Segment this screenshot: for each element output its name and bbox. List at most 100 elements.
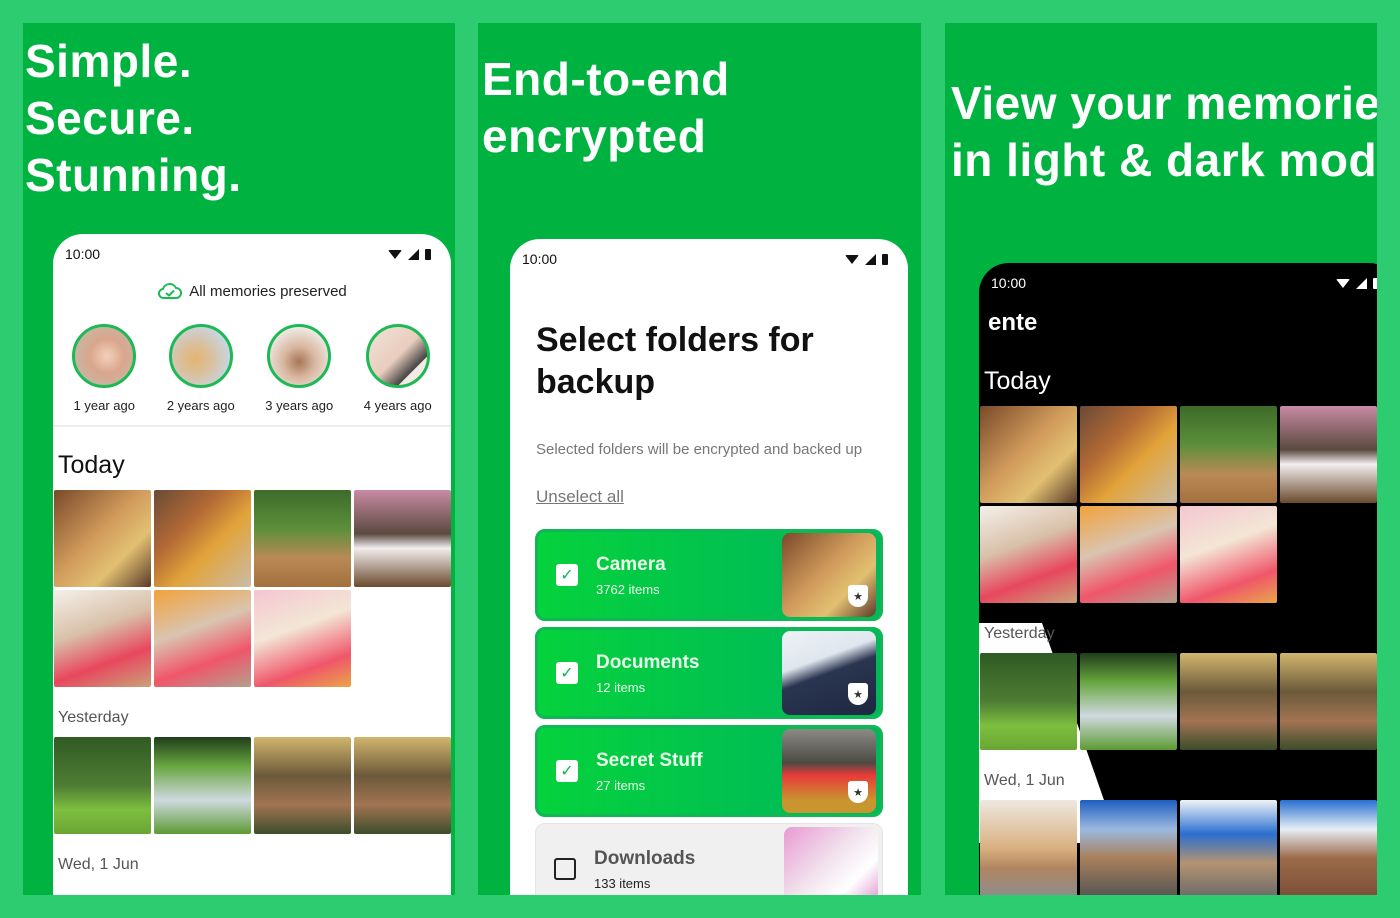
wifi-icon — [388, 249, 402, 259]
photo-thumbnail[interactable] — [254, 590, 351, 687]
folder-list: ✓ Camera 3762 items ★ ✓ Documents 12 ite… — [510, 507, 908, 895]
photo-thumbnail[interactable] — [1080, 800, 1177, 895]
photo-thumbnail[interactable] — [54, 737, 151, 834]
section-header-date: Wed, 1 Jun — [984, 772, 1065, 789]
backup-status-banner[interactable]: All memories preserved — [53, 282, 451, 300]
headline-line: encrypted — [482, 110, 707, 162]
phone-mockup-dark: 10:00 ente Today Yesterday Wed, 1 Jun — [979, 263, 1377, 895]
checkbox-checked[interactable]: ✓ — [556, 564, 578, 586]
status-time: 10:00 — [65, 246, 101, 262]
memory-item[interactable]: 1 year ago — [72, 324, 137, 413]
memory-label: 2 years ago — [166, 398, 235, 413]
folder-item-secret-stuff[interactable]: ✓ Secret Stuff 27 items ★ — [535, 725, 883, 817]
battery-icon — [425, 248, 431, 260]
photo-thumbnail[interactable] — [154, 490, 251, 587]
photo-thumbnail[interactable] — [54, 490, 151, 587]
headline-line: View your memories — [951, 77, 1377, 129]
signal-icon — [1356, 277, 1367, 289]
folder-item-downloads[interactable]: Downloads 133 items — [535, 823, 883, 895]
signal-icon — [865, 253, 876, 265]
shield-star-icon: ★ — [848, 585, 868, 607]
checkbox-unchecked[interactable] — [554, 858, 576, 880]
status-time: 10:00 — [522, 251, 558, 267]
checkbox-checked[interactable]: ✓ — [556, 760, 578, 782]
photo-thumbnail[interactable] — [154, 737, 251, 834]
wifi-icon — [845, 254, 859, 264]
page-title: Select folders for backup — [536, 321, 814, 401]
headline: View your memories in light & dark mode — [951, 75, 1377, 189]
photo-grid-today — [979, 406, 1377, 603]
shield-star-icon: ★ — [848, 781, 868, 803]
photo-thumbnail[interactable] — [980, 506, 1077, 603]
photo-thumbnail[interactable] — [980, 406, 1077, 503]
memory-item[interactable]: 4 years ago — [364, 324, 432, 413]
headline: Simple. Secure. Stunning. — [25, 33, 242, 204]
photo-thumbnail[interactable] — [254, 737, 351, 834]
headline-line: in light & dark mode — [951, 134, 1377, 186]
photo-thumbnail[interactable] — [1280, 653, 1377, 750]
photo-thumbnail[interactable] — [1180, 406, 1277, 503]
unselect-all-link[interactable]: Unselect all — [510, 459, 908, 507]
memory-thumbnail[interactable] — [365, 324, 430, 388]
photo-grid-yesterday — [979, 653, 1377, 750]
folder-thumbnail: ★ — [782, 631, 876, 715]
section-header-yesterday: Yesterday — [984, 625, 1055, 642]
battery-icon — [882, 253, 888, 265]
cloud-check-icon — [158, 283, 183, 299]
backup-status-text: All memories preserved — [189, 282, 347, 300]
status-bar: 10:00 — [510, 239, 908, 279]
photo-thumbnail[interactable] — [254, 490, 351, 587]
memory-item[interactable]: 3 years ago — [265, 324, 333, 413]
section-header-today: Today — [58, 451, 125, 479]
folder-thumbnail — [784, 827, 878, 895]
photo-thumbnail[interactable] — [1080, 406, 1177, 503]
photo-thumbnail[interactable] — [1180, 506, 1277, 603]
headline: End-to-end encrypted — [482, 51, 730, 165]
photo-thumbnail[interactable] — [354, 737, 451, 834]
photo-thumbnail[interactable] — [1280, 406, 1377, 503]
photo-thumbnail[interactable] — [1280, 800, 1377, 895]
headline-line: Simple. — [25, 35, 193, 87]
promo-panel-encrypted: End-to-end encrypted 10:00 Select folder… — [478, 23, 921, 895]
memory-label: 3 years ago — [265, 398, 334, 413]
photo-thumbnail[interactable] — [154, 590, 251, 687]
status-time: 10:00 — [991, 275, 1027, 291]
photo-thumbnail[interactable] — [1180, 800, 1277, 895]
shield-star-icon: ★ — [848, 683, 868, 705]
memory-item[interactable]: 2 years ago — [167, 324, 235, 413]
photo-grid-yesterday — [53, 737, 451, 834]
folder-count: 133 items — [594, 875, 651, 891]
page-description: Selected folders will be encrypted and b… — [536, 441, 863, 458]
folder-count: 3762 items — [596, 581, 660, 597]
headline-line: Stunning. — [25, 149, 242, 201]
folder-item-camera[interactable]: ✓ Camera 3762 items ★ — [535, 529, 883, 621]
promo-panel-dark-mode: View your memories in light & dark mode … — [945, 23, 1377, 895]
photo-thumbnail[interactable] — [980, 800, 1077, 895]
photo-thumbnail[interactable] — [354, 490, 451, 587]
status-bar: 10:00 — [979, 263, 1377, 303]
memory-thumbnail[interactable] — [267, 324, 332, 388]
photo-thumbnail[interactable] — [1080, 506, 1177, 603]
memory-label: 1 year ago — [73, 398, 135, 413]
photo-grid-today — [53, 490, 451, 687]
photo-thumbnail[interactable] — [1080, 653, 1177, 750]
memory-thumbnail[interactable] — [72, 324, 137, 388]
photo-thumbnail[interactable] — [980, 653, 1077, 750]
photo-thumbnail[interactable] — [54, 590, 151, 687]
memories-row: 1 year ago 2 years ago 3 years ago 4 yea… — [53, 324, 451, 413]
folder-name: Downloads — [594, 847, 696, 869]
wifi-icon — [1336, 278, 1350, 288]
phone-mockup-backup: 10:00 Select folders for backup Selected… — [510, 239, 908, 895]
folder-thumbnail: ★ — [782, 729, 876, 813]
folder-thumbnail: ★ — [782, 533, 876, 617]
folder-name: Documents — [596, 651, 700, 673]
checkbox-checked[interactable]: ✓ — [556, 662, 578, 684]
folder-item-documents[interactable]: ✓ Documents 12 items ★ — [535, 627, 883, 719]
memory-thumbnail[interactable] — [168, 324, 233, 388]
folder-name: Secret Stuff — [596, 749, 703, 771]
photo-thumbnail[interactable] — [1180, 653, 1277, 750]
app-logo: ente — [988, 309, 1038, 336]
folder-count: 27 items — [596, 777, 646, 793]
battery-icon — [1373, 277, 1377, 289]
section-header-date: Wed, 1 Jun — [58, 856, 139, 873]
